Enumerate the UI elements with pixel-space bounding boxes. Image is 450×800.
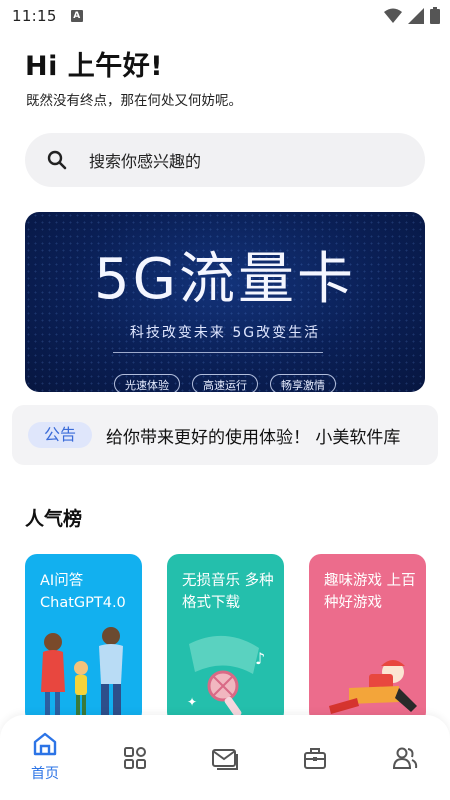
notice-badge: 公告	[28, 422, 92, 448]
notice-bar[interactable]: 公告 给你带来更好的使用体验！ 小美软件库	[12, 405, 438, 465]
notification-icon: A	[70, 10, 83, 22]
home-icon	[33, 732, 57, 756]
card-game[interactable]: 趣味游戏 上百种好游戏	[309, 554, 426, 724]
tab-home-label: 首页	[31, 766, 59, 782]
banner-tag: 高速运行	[192, 374, 258, 392]
greeting-title: Hi 上午好!	[25, 51, 164, 82]
card-title: 无损音乐 多种格式下载	[182, 573, 274, 611]
battery-icon	[430, 7, 440, 24]
card-ai-chat[interactable]: AI问答 ChatGPT4.0	[25, 554, 142, 724]
banner-tag: 畅享激情	[270, 374, 336, 392]
card-music[interactable]: 无损音乐 多种格式下载 ♪ ✦	[167, 554, 284, 724]
banner-subtitle: 科技改变未来 5G改变生活	[129, 325, 321, 341]
microphone-illustration-icon: ♪ ✦	[187, 635, 265, 718]
banner-tags: 光速体验 高速运行 畅享激情	[25, 374, 425, 392]
banner-title: 5G流量卡	[93, 247, 357, 312]
card-title: 趣味游戏 上百种好游戏	[324, 573, 416, 611]
svg-text:♪: ♪	[255, 649, 265, 668]
wifi-icon	[384, 8, 402, 23]
search-icon	[47, 150, 67, 170]
signal-icon	[408, 7, 424, 24]
status-time: 11:15	[12, 7, 57, 25]
popular-section-title: 人气榜	[25, 508, 83, 530]
card-title: AI问答 ChatGPT4.0	[40, 573, 126, 611]
greeting-subtitle: 既然没有终点，那在何处又何妨呢。	[26, 93, 242, 109]
search-bar[interactable]: 搜索你感兴趣的	[25, 133, 425, 187]
family-illustration-icon	[41, 627, 123, 718]
toolbox-icon	[304, 748, 326, 769]
promo-banner[interactable]: 5G流量卡 科技改变未来 5G改变生活 光速体验 高速运行 畅享激情	[25, 212, 425, 392]
banner-divider	[113, 352, 323, 353]
banner-tag: 光速体验	[114, 374, 180, 392]
tab-messages[interactable]	[180, 715, 270, 800]
svg-text:✦: ✦	[187, 695, 197, 709]
mail-icon	[212, 749, 238, 770]
status-icons	[384, 7, 440, 24]
search-placeholder: 搜索你感兴趣的	[89, 152, 202, 171]
tab-apps[interactable]	[90, 715, 180, 800]
notice-text: 给你带来更好的使用体验！ 小美软件库	[106, 427, 401, 448]
gamer-illustration-icon	[329, 660, 417, 714]
bottom-tab-bar: 首页	[0, 715, 450, 800]
users-icon	[392, 747, 418, 769]
grid-icon	[124, 747, 146, 769]
status-bar: 11:15 A	[0, 0, 450, 32]
tab-home[interactable]: 首页	[0, 715, 90, 800]
tab-toolbox[interactable]	[270, 715, 360, 800]
tab-users[interactable]	[360, 715, 450, 800]
